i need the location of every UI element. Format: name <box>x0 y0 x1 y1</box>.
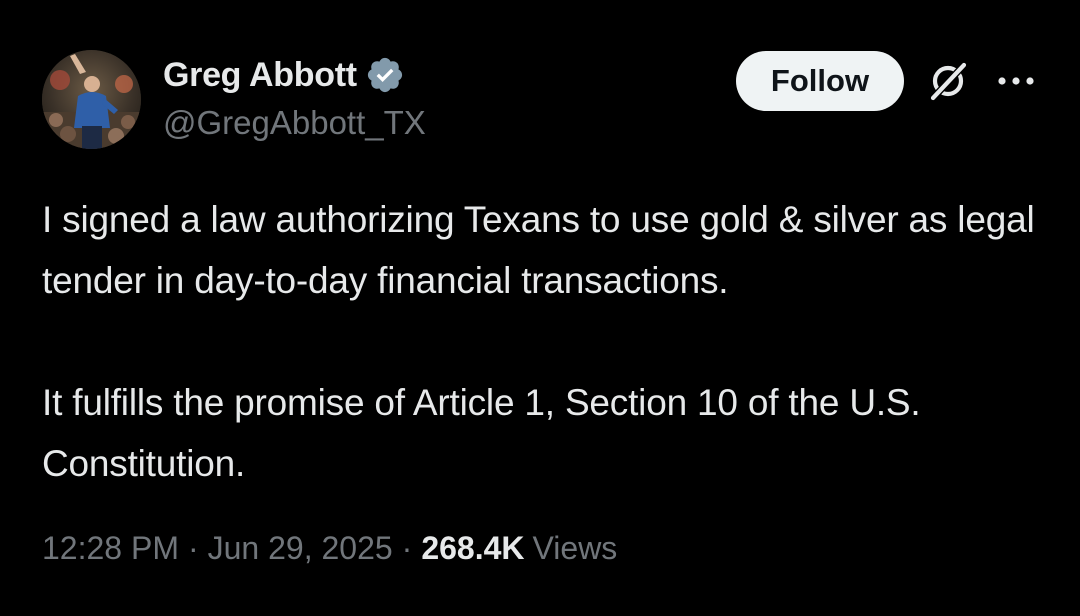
tweet-time[interactable]: 12:28 PM <box>42 530 179 567</box>
avatar-photo-icon <box>42 50 141 149</box>
tweet-date[interactable]: Jun 29, 2025 <box>208 530 393 567</box>
verified-badge-icon <box>367 57 402 93</box>
tweet-text: I signed a law authorizing Texans to use… <box>42 189 1052 494</box>
tweet-meta: 12:28 PM · Jun 29, 2025 · 268.4K Views <box>42 530 617 567</box>
grok-icon[interactable] <box>926 59 970 103</box>
follow-button[interactable]: Follow <box>736 51 904 111</box>
views-count[interactable]: 268.4K <box>421 530 524 567</box>
meta-separator: · <box>187 530 199 566</box>
author-name-row: Greg Abbott <box>163 53 405 97</box>
views-label[interactable]: Views <box>533 530 618 567</box>
avatar[interactable] <box>42 50 141 149</box>
more-options-icon[interactable] <box>996 68 1036 94</box>
tweet-paragraph: I signed a law authorizing Texans to use… <box>42 199 1035 301</box>
tweet-card: Greg Abbott @GregAbbott_TX Follow I sign… <box>0 0 1080 616</box>
meta-separator: · <box>401 530 413 566</box>
tweet-paragraph: It fulfills the promise of Article 1, Se… <box>42 382 921 484</box>
user-handle[interactable]: @GregAbbott_TX <box>163 104 426 142</box>
display-name[interactable]: Greg Abbott <box>163 56 357 95</box>
